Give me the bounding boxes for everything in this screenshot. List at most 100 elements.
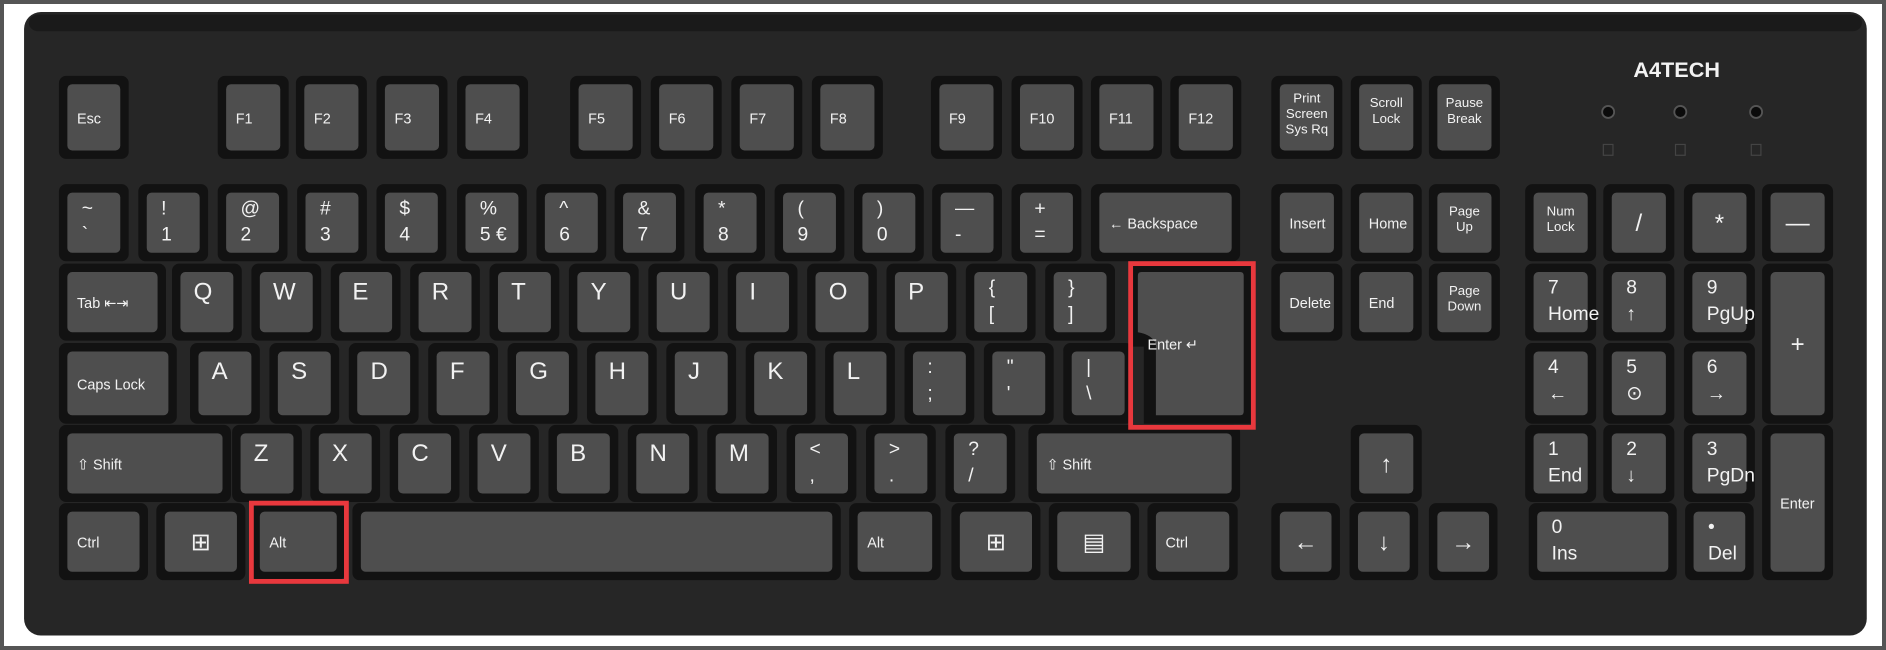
key-0[interactable]: )0 <box>853 184 924 262</box>
key-arrow-left[interactable]: ← <box>1271 503 1340 581</box>
key-equals[interactable]: += <box>1011 184 1082 262</box>
key-backslash[interactable]: |\ <box>1063 343 1134 424</box>
key-num-2[interactable]: 2↓ <box>1603 424 1675 502</box>
key-end[interactable]: End <box>1350 263 1422 341</box>
key-period[interactable]: >. <box>866 424 936 502</box>
key-s[interactable]: S <box>269 343 340 424</box>
key-alt-right[interactable]: Alt <box>849 503 941 581</box>
key-f2[interactable]: F2 <box>295 75 367 159</box>
key-f3[interactable]: F3 <box>376 75 448 159</box>
key-v[interactable]: V <box>469 424 539 502</box>
key-9[interactable]: (9 <box>774 184 845 262</box>
key-num-0[interactable]: 0 Ins <box>1528 503 1677 581</box>
key-n[interactable]: N <box>627 424 698 502</box>
key-print-screen[interactable]: PrintScreenSys Rq <box>1271 75 1343 159</box>
key-semicolon[interactable]: :; <box>904 343 975 424</box>
key-space[interactable] <box>352 503 841 581</box>
key-num-multiply[interactable]: * <box>1683 184 1755 262</box>
key-5[interactable]: % 5 € <box>457 184 527 262</box>
key-tilde[interactable]: ~` <box>58 184 129 262</box>
key-ctrl-left[interactable]: Ctrl <box>58 503 148 581</box>
key-f9[interactable]: F9 <box>930 75 1002 159</box>
key-num-7[interactable]: 7 Home <box>1525 263 1599 341</box>
key-shift-left[interactable]: ⇧ Shift <box>58 424 231 502</box>
key-d[interactable]: D <box>348 343 419 424</box>
key-num-1[interactable]: 1 End <box>1525 424 1597 502</box>
key-c[interactable]: C <box>389 424 460 502</box>
key-f6[interactable]: F6 <box>650 75 722 159</box>
key-num-6[interactable]: 6→ <box>1683 343 1755 424</box>
key-e[interactable]: E <box>330 263 401 341</box>
key-win-left[interactable]: ⊞ <box>156 503 246 581</box>
key-x[interactable]: X <box>310 424 381 502</box>
key-l[interactable]: L <box>825 343 895 424</box>
key-f10[interactable]: F10 <box>1011 75 1083 159</box>
key-alt-left[interactable]: Alt <box>251 503 346 581</box>
key-tab[interactable]: Tab ⇤⇥ <box>58 263 166 341</box>
key-k[interactable]: K <box>745 343 816 424</box>
key-esc[interactable]: Esc <box>58 75 129 159</box>
key-p[interactable]: P <box>886 263 957 341</box>
key-4[interactable]: $4 <box>376 184 447 262</box>
key-slash[interactable]: ?/ <box>945 424 1016 502</box>
key-arrow-up[interactable]: ↑ <box>1350 424 1422 502</box>
key-arrow-right[interactable]: → <box>1428 503 1498 581</box>
key-t[interactable]: T <box>489 263 560 341</box>
key-ctrl-right[interactable]: Ctrl <box>1147 503 1238 581</box>
key-caps-lock[interactable]: Caps Lock <box>58 343 177 424</box>
key-f[interactable]: F <box>428 343 498 424</box>
key-num-enter[interactable]: Enter <box>1762 424 1834 581</box>
key-num-plus[interactable]: + <box>1762 263 1834 424</box>
key-num-lock[interactable]: NumLock <box>1525 184 1597 262</box>
key-delete[interactable]: Delete <box>1271 263 1343 341</box>
key-num-divide[interactable]: / <box>1603 184 1675 262</box>
key-bracket-left[interactable]: {[ <box>965 263 1036 341</box>
key-6[interactable]: ^6 <box>536 184 607 262</box>
key-home[interactable]: Home <box>1350 184 1422 262</box>
key-f5[interactable]: F5 <box>570 75 642 159</box>
key-m[interactable]: M <box>707 424 778 502</box>
key-f4[interactable]: F4 <box>457 75 529 159</box>
key-bracket-right[interactable]: }] <box>1045 263 1116 341</box>
key-minus[interactable]: —- <box>932 184 1002 262</box>
key-7[interactable]: &7 <box>614 184 685 262</box>
key-8[interactable]: *8 <box>695 184 765 262</box>
key-num-9[interactable]: 9 PgUp <box>1683 263 1755 341</box>
key-f1[interactable]: F1 <box>217 75 289 159</box>
key-h[interactable]: H <box>586 343 657 424</box>
key-menu[interactable]: ▤ <box>1048 503 1140 581</box>
key-g[interactable]: G <box>507 343 578 424</box>
key-y[interactable]: Y <box>568 263 639 341</box>
key-j[interactable]: J <box>666 343 737 424</box>
key-b[interactable]: B <box>548 424 619 502</box>
key-comma[interactable]: <, <box>786 424 857 502</box>
key-u[interactable]: U <box>648 263 719 341</box>
key-r[interactable]: R <box>410 263 480 341</box>
key-num-4[interactable]: 4← <box>1525 343 1597 424</box>
key-f12[interactable]: F12 <box>1170 75 1242 159</box>
key-num-decimal[interactable]: • Del <box>1685 503 1754 581</box>
key-a[interactable]: A <box>190 343 260 424</box>
key-z[interactable]: Z <box>232 424 302 502</box>
key-f7[interactable]: F7 <box>731 75 803 159</box>
key-scroll-lock[interactable]: ScrollLock <box>1350 75 1422 159</box>
key-f8[interactable]: F8 <box>811 75 883 159</box>
key-win-right[interactable]: ⊞ <box>951 503 1041 581</box>
key-insert[interactable]: Insert <box>1271 184 1343 262</box>
key-3[interactable]: #3 <box>297 184 367 262</box>
key-i[interactable]: I <box>727 263 798 341</box>
key-arrow-down[interactable]: ↓ <box>1349 503 1419 581</box>
key-num-minus[interactable]: — <box>1762 184 1834 262</box>
key-enter[interactable]: Enter ↵ <box>1129 263 1253 424</box>
key-num-3[interactable]: 3 PgDn <box>1683 424 1755 502</box>
key-o[interactable]: O <box>807 263 877 341</box>
key-quote[interactable]: "' <box>983 343 1054 424</box>
key-pause[interactable]: PauseBreak <box>1428 75 1500 159</box>
key-1[interactable]: !1 <box>138 184 209 262</box>
key-2[interactable]: @2 <box>217 184 288 262</box>
key-backspace[interactable]: ← Backspace <box>1090 184 1241 262</box>
key-w[interactable]: W <box>251 263 322 341</box>
key-num-8[interactable]: 8↑ <box>1603 263 1675 341</box>
key-page-up[interactable]: PageUp <box>1428 184 1500 262</box>
key-q[interactable]: Q <box>172 263 242 341</box>
